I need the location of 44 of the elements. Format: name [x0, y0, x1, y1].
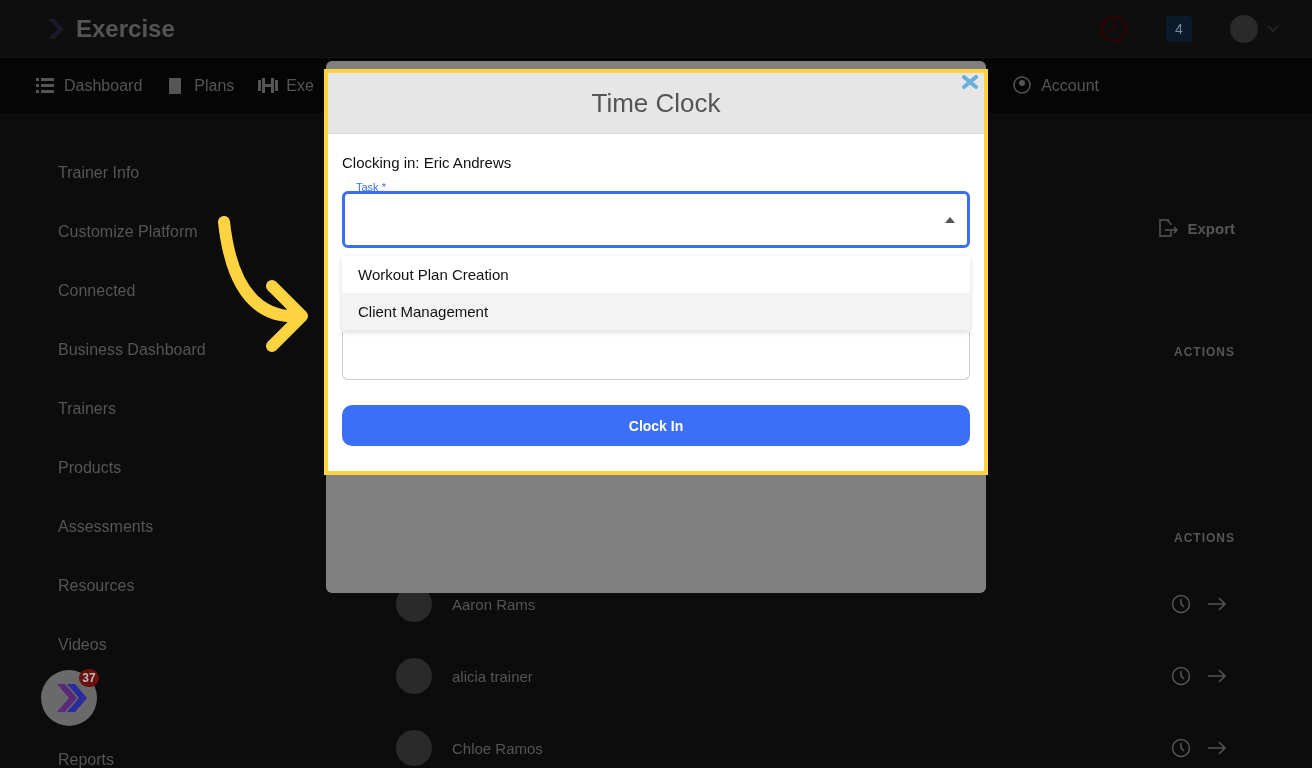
export-icon: [1157, 218, 1180, 238]
avatar: [396, 658, 432, 694]
trainer-name[interactable]: Aaron Rams: [452, 595, 536, 613]
notification-badge[interactable]: 4: [1166, 15, 1192, 42]
nav-link[interactable]: Plans: [194, 76, 235, 95]
sidebar-item[interactable]: Resources: [58, 556, 135, 615]
column-header: ACTIONS: [1174, 344, 1235, 361]
export-button[interactable]: Export: [1157, 218, 1235, 238]
sidebar-item[interactable]: Products: [58, 438, 122, 497]
trainer-name[interactable]: Chloe Ramos: [452, 739, 543, 757]
dropdown-option[interactable]: Workout Plan Creation: [342, 256, 970, 293]
list-icon[interactable]: [36, 76, 56, 95]
clock-icon[interactable]: [1171, 594, 1191, 614]
clocking-in-text: Clocking in: Eric Andrews: [342, 154, 513, 173]
sidebar-item[interactable]: Assessments: [58, 497, 154, 556]
task-select[interactable]: [342, 191, 970, 248]
trainer-name[interactable]: alicia trainer: [452, 667, 533, 685]
caret-up-icon: [945, 216, 955, 223]
notes-field[interactable]: [342, 332, 970, 380]
brand-name: Exercise: [76, 14, 175, 43]
arrow-right-icon[interactable]: [1207, 740, 1227, 756]
count-badge: 37: [79, 669, 99, 687]
clock-in-button[interactable]: Clock In: [342, 405, 970, 446]
sidebar-item[interactable]: Connected: [58, 261, 136, 320]
sidebar-item[interactable]: Reports: [58, 745, 115, 768]
close-icon[interactable]: [962, 75, 978, 89]
nav-link[interactable]: Dashboard: [64, 76, 143, 95]
user-icon[interactable]: [1013, 76, 1034, 95]
nav-link[interactable]: Account: [1041, 76, 1099, 95]
sidebar-item[interactable]: Trainer Info: [58, 143, 140, 202]
chat-button[interactable]: [41, 670, 97, 726]
avatar: [396, 730, 432, 766]
sidebar-item[interactable]: Trainers: [58, 379, 117, 438]
sidebar-item[interactable]: Customize Platform: [58, 202, 198, 261]
arrow-right-icon[interactable]: [1207, 668, 1227, 684]
clock-icon[interactable]: [1171, 666, 1191, 686]
dumbbell-icon[interactable]: [258, 76, 279, 95]
arrow-right-icon[interactable]: [1207, 596, 1227, 612]
nav-link[interactable]: Exe: [286, 76, 314, 95]
column-header: ACTIONS: [1174, 530, 1235, 547]
clock-icon[interactable]: [1171, 738, 1191, 758]
dropdown-option[interactable]: Client Management: [342, 293, 970, 330]
dialog-title: Time Clock: [591, 87, 721, 119]
sidebar-item[interactable]: Business Dashboard: [58, 320, 206, 379]
